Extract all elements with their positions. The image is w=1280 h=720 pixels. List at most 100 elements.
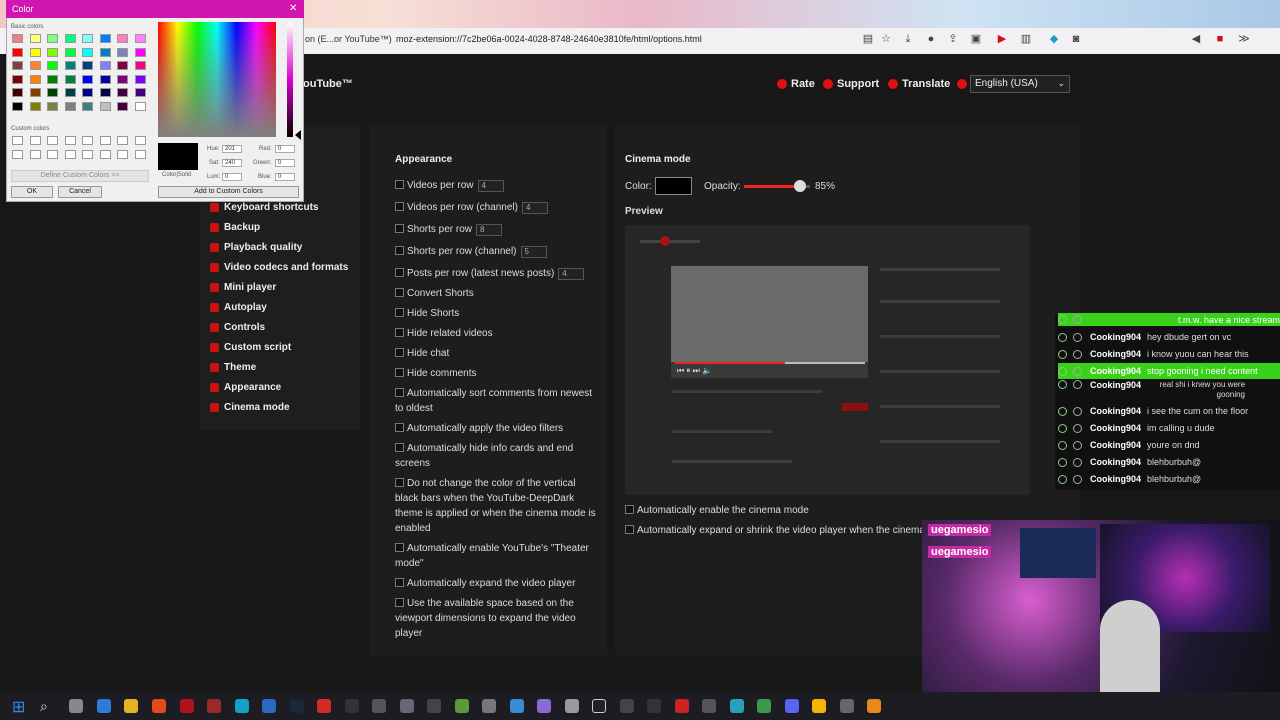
color-swatch-button[interactable]	[655, 177, 692, 195]
language-select[interactable]: English (USA) ⌄	[970, 75, 1070, 93]
checkbox[interactable]	[395, 202, 404, 211]
value-select[interactable]: 4	[558, 268, 585, 280]
color-swatch[interactable]	[117, 101, 128, 111]
color-swatch[interactable]	[134, 101, 146, 111]
color-swatch[interactable]	[29, 74, 41, 84]
color-swatch[interactable]	[29, 47, 41, 57]
option-videos-per-row-channel[interactable]: Videos per row (channel) 4	[395, 200, 600, 215]
option-convert-shorts[interactable]: Convert Shorts	[395, 286, 600, 301]
option-videos-per-row[interactable]: Videos per row 4	[395, 178, 600, 193]
option-apply-filters[interactable]: Automatically apply the video filters	[395, 421, 600, 436]
checkbox[interactable]	[395, 423, 404, 432]
value-select[interactable]: 4	[522, 202, 548, 214]
checkbox[interactable]	[395, 598, 404, 607]
volume-icon[interactable]: ◀	[1190, 33, 1202, 45]
red-field[interactable]: 0	[275, 145, 295, 153]
youtube-icon[interactable]	[675, 699, 689, 713]
color-swatch[interactable]	[82, 101, 93, 111]
color-swatch[interactable]	[82, 74, 93, 84]
option-hide-shorts[interactable]: Hide Shorts	[395, 306, 600, 321]
bookmark-star-icon[interactable]: ☆	[880, 33, 892, 45]
checkbox[interactable]	[395, 578, 404, 587]
lum-field[interactable]: 0	[222, 173, 242, 181]
custom-color-swatch[interactable]	[99, 149, 111, 159]
checkbox[interactable]	[395, 388, 404, 397]
option-shorts-per-row-channel[interactable]: Shorts per row (channel) 5	[395, 244, 600, 259]
custom-color-swatch[interactable]	[99, 136, 111, 145]
color-swatch[interactable]	[64, 101, 76, 111]
custom-color-swatch[interactable]	[134, 136, 146, 145]
color-swatch[interactable]	[99, 61, 111, 70]
color-swatch[interactable]	[64, 88, 76, 97]
luminosity-slider[interactable]	[287, 22, 293, 137]
color-swatch[interactable]	[29, 34, 41, 43]
option-black-bars[interactable]: Do not change the color of the vertical …	[395, 476, 600, 536]
extension-icon[interactable]: ●	[925, 33, 937, 45]
obs-icon[interactable]	[427, 699, 441, 713]
checkbox[interactable]	[395, 368, 404, 377]
sidebar-item-keyboard-shortcuts[interactable]: Keyboard shortcuts	[210, 202, 318, 213]
option-posts-per-row[interactable]: Posts per row (latest news posts) 4	[395, 266, 605, 281]
screenshot-icon[interactable]: ▣	[970, 33, 982, 45]
app-icon[interactable]	[262, 699, 276, 713]
camera-icon[interactable]: ◙	[1070, 33, 1082, 45]
color-swatch[interactable]	[134, 47, 146, 57]
opacity-slider-thumb[interactable]	[794, 180, 807, 192]
app-icon[interactable]	[235, 699, 249, 713]
app-icon[interactable]	[840, 699, 854, 713]
app-icon[interactable]	[400, 699, 414, 713]
checkbox[interactable]	[395, 443, 404, 452]
color-swatch[interactable]	[47, 61, 58, 70]
color-swatch[interactable]	[99, 47, 111, 57]
color-swatch[interactable]	[47, 34, 58, 43]
checkbox[interactable]	[395, 328, 404, 337]
custom-color-swatch[interactable]	[12, 136, 23, 145]
color-swatch[interactable]	[29, 61, 41, 70]
color-swatch[interactable]	[64, 34, 76, 43]
vlc-icon[interactable]	[867, 699, 881, 713]
ok-button[interactable]: OK	[11, 186, 53, 198]
option-auto-expand-cinema[interactable]: Automatically expand or shrink the video…	[625, 523, 923, 538]
color-swatch[interactable]	[12, 88, 23, 97]
option-viewport-expand[interactable]: Use the available space based on the vie…	[395, 596, 600, 641]
checkbox[interactable]	[395, 478, 404, 487]
browser-tab-title[interactable]: on (E...or YouTube™)	[305, 34, 392, 44]
color-swatch[interactable]	[29, 88, 41, 97]
color-swatch[interactable]	[64, 47, 76, 57]
option-sort-comments[interactable]: Automatically sort comments from newest …	[395, 386, 600, 416]
checkbox[interactable]	[395, 288, 404, 297]
color-swatch[interactable]	[47, 74, 58, 84]
option-hide-info-cards[interactable]: Automatically hide info cards and end sc…	[395, 441, 600, 471]
checkbox[interactable]	[395, 308, 404, 317]
share-icon[interactable]: ⇪	[947, 33, 959, 45]
steam-icon[interactable]	[290, 699, 304, 713]
sidebar-item-mini-player[interactable]: Mini player	[210, 282, 276, 293]
menu-icon[interactable]: ≫	[1238, 33, 1250, 45]
color-spectrum[interactable]	[158, 22, 276, 137]
option-hide-comments[interactable]: Hide comments	[395, 366, 600, 381]
custom-color-swatch[interactable]	[117, 149, 128, 159]
define-custom-colors-button[interactable]: Define Custom Colors >>	[11, 170, 149, 182]
file-explorer-icon[interactable]	[124, 699, 138, 713]
color-swatch[interactable]	[29, 101, 41, 111]
color-swatch[interactable]	[134, 74, 146, 84]
download-icon[interactable]: ⤓	[902, 33, 914, 45]
opera-icon[interactable]	[180, 699, 194, 713]
blue-field[interactable]: 0	[275, 173, 295, 181]
color-swatch[interactable]	[117, 88, 128, 97]
add-to-custom-colors-button[interactable]: Add to Custom Colors	[158, 186, 299, 198]
sidebar-item-playback-quality[interactable]: Playback quality	[210, 242, 302, 253]
sidebar-item-backup[interactable]: Backup	[210, 222, 260, 233]
checkbox[interactable]	[625, 505, 634, 514]
value-select[interactable]: 5	[520, 246, 547, 258]
app-icon[interactable]	[317, 699, 331, 713]
color-swatch[interactable]	[99, 88, 111, 97]
app-icon[interactable]	[757, 699, 771, 713]
app-icon[interactable]	[482, 699, 496, 713]
color-swatch[interactable]	[134, 34, 146, 43]
checkbox[interactable]	[395, 224, 404, 233]
color-swatch[interactable]	[82, 47, 93, 57]
color-swatch[interactable]	[47, 101, 58, 111]
custom-color-swatch[interactable]	[29, 136, 41, 145]
translate-link[interactable]: Translate	[888, 78, 950, 90]
